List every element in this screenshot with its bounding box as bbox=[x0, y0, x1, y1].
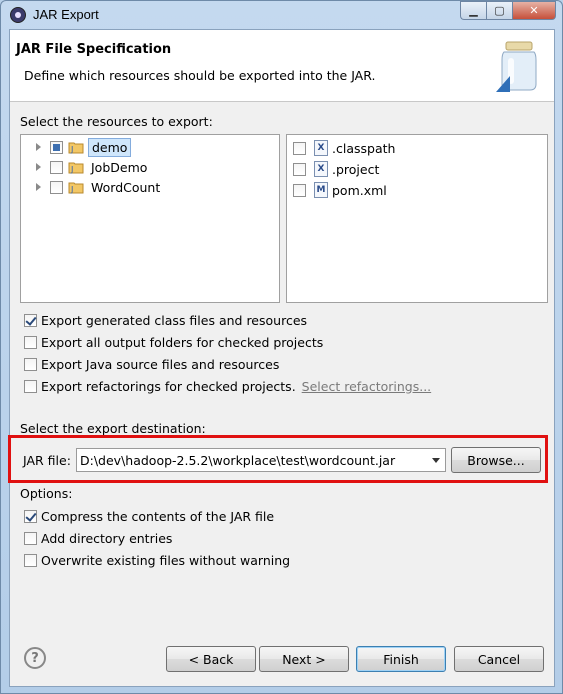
file-item-project[interactable]: X .project bbox=[293, 159, 379, 179]
dialog-client: JAR File Specification Define which reso… bbox=[8, 29, 555, 687]
option-export-output-folders[interactable]: Export all output folders for checked pr… bbox=[24, 333, 323, 351]
window-controls: ▁ ▢ ✕ bbox=[460, 1, 556, 20]
tree-item-jobdemo[interactable]: J JobDemo bbox=[21, 157, 150, 177]
project-folder-icon: J bbox=[68, 142, 84, 154]
checkbox[interactable] bbox=[24, 357, 37, 371]
xml-file-icon: X bbox=[314, 161, 328, 177]
option-label: Export refactorings for checked projects… bbox=[41, 378, 296, 394]
checkbox[interactable] bbox=[24, 335, 37, 349]
svg-text:J: J bbox=[70, 145, 73, 154]
tree-item-label: JobDemo bbox=[91, 159, 148, 175]
svg-text:J: J bbox=[70, 185, 73, 194]
title-bar: JAR Export ▁ ▢ ✕ bbox=[1, 1, 562, 29]
dialog-header: JAR File Specification Define which reso… bbox=[10, 30, 554, 102]
option-overwrite[interactable]: Overwrite existing files without warning bbox=[24, 551, 290, 569]
maven-file-icon: M bbox=[314, 182, 328, 198]
expand-arrow-icon[interactable] bbox=[34, 142, 44, 152]
option-export-java-source[interactable]: Export Java source files and resources bbox=[24, 355, 279, 373]
checkbox[interactable] bbox=[24, 509, 37, 523]
xml-file-icon: X bbox=[314, 140, 328, 156]
cancel-button[interactable]: Cancel bbox=[454, 646, 544, 672]
next-button[interactable]: Next > bbox=[259, 646, 349, 672]
option-export-refactorings[interactable]: Export refactorings for checked projects… bbox=[24, 377, 431, 395]
option-directory-entries[interactable]: Add directory entries bbox=[24, 529, 172, 547]
file-list[interactable]: X .classpath X .project M pom.xml bbox=[286, 134, 548, 303]
window-title: JAR Export bbox=[33, 7, 99, 22]
file-item-label: pom.xml bbox=[332, 182, 387, 198]
option-label: Export Java source files and resources bbox=[41, 356, 280, 372]
checkbox[interactable] bbox=[24, 313, 37, 327]
project-tree[interactable]: J demo J JobDemo J WordCount bbox=[20, 134, 280, 303]
tree-item-label: demo bbox=[88, 137, 132, 157]
file-item-label: .classpath bbox=[332, 140, 396, 156]
jar-file-label: JAR file: bbox=[23, 453, 71, 468]
maximize-button[interactable]: ▢ bbox=[486, 1, 512, 20]
page-description: Define which resources should be exporte… bbox=[24, 68, 376, 83]
option-label: Compress the contents of the JAR file bbox=[41, 508, 275, 524]
resources-label: Select the resources to export: bbox=[20, 114, 213, 129]
option-label: Export generated class files and resourc… bbox=[41, 312, 308, 328]
help-icon[interactable]: ? bbox=[24, 647, 46, 669]
tree-checkbox[interactable] bbox=[50, 140, 63, 154]
expand-arrow-icon[interactable] bbox=[34, 162, 44, 172]
select-refactorings-link[interactable]: Select refactorings... bbox=[302, 379, 431, 394]
project-folder-icon: J bbox=[68, 162, 84, 174]
checkbox[interactable] bbox=[24, 379, 37, 393]
destination-label: Select the export destination: bbox=[20, 421, 206, 436]
jar-export-window: JAR Export ▁ ▢ ✕ JAR File Specification … bbox=[0, 0, 563, 694]
tree-checkbox[interactable] bbox=[50, 160, 63, 174]
jar-icon bbox=[496, 41, 537, 92]
page-title: JAR File Specification bbox=[16, 42, 172, 57]
file-item-classpath[interactable]: X .classpath bbox=[293, 138, 395, 158]
file-checkbox[interactable] bbox=[293, 141, 306, 155]
tree-item-wordcount[interactable]: J WordCount bbox=[21, 177, 163, 197]
close-button[interactable]: ✕ bbox=[512, 1, 556, 20]
project-folder-icon: J bbox=[68, 182, 84, 194]
dropdown-arrow-icon[interactable] bbox=[432, 458, 440, 463]
back-button[interactable]: < Back bbox=[166, 646, 256, 672]
tree-item-label: WordCount bbox=[91, 179, 161, 195]
finish-button[interactable]: Finish bbox=[356, 646, 446, 672]
file-checkbox[interactable] bbox=[293, 162, 306, 176]
file-item-pom[interactable]: M pom.xml bbox=[293, 180, 387, 200]
eclipse-icon bbox=[10, 7, 26, 23]
file-item-label: .project bbox=[332, 161, 380, 177]
option-label: Export all output folders for checked pr… bbox=[41, 334, 324, 350]
checkbox[interactable] bbox=[24, 553, 37, 567]
tree-item-demo[interactable]: J demo bbox=[21, 137, 132, 157]
checkbox[interactable] bbox=[24, 531, 37, 545]
options-label: Options: bbox=[20, 486, 73, 501]
tree-checkbox[interactable] bbox=[50, 180, 63, 194]
jar-file-combo[interactable]: D:\dev\hadoop-2.5.2\workplace\test\wordc… bbox=[76, 448, 446, 472]
option-label: Overwrite existing files without warning bbox=[41, 552, 291, 568]
option-label: Add directory entries bbox=[41, 530, 173, 546]
jar-file-path: D:\dev\hadoop-2.5.2\workplace\test\wordc… bbox=[80, 452, 396, 468]
option-export-class-files[interactable]: Export generated class files and resourc… bbox=[24, 311, 307, 329]
svg-text:J: J bbox=[70, 165, 73, 174]
browse-button[interactable]: Browse... bbox=[451, 447, 541, 473]
file-checkbox[interactable] bbox=[293, 183, 306, 197]
expand-arrow-icon[interactable] bbox=[34, 182, 44, 192]
option-compress[interactable]: Compress the contents of the JAR file bbox=[24, 507, 274, 525]
minimize-button[interactable]: ▁ bbox=[460, 1, 486, 20]
